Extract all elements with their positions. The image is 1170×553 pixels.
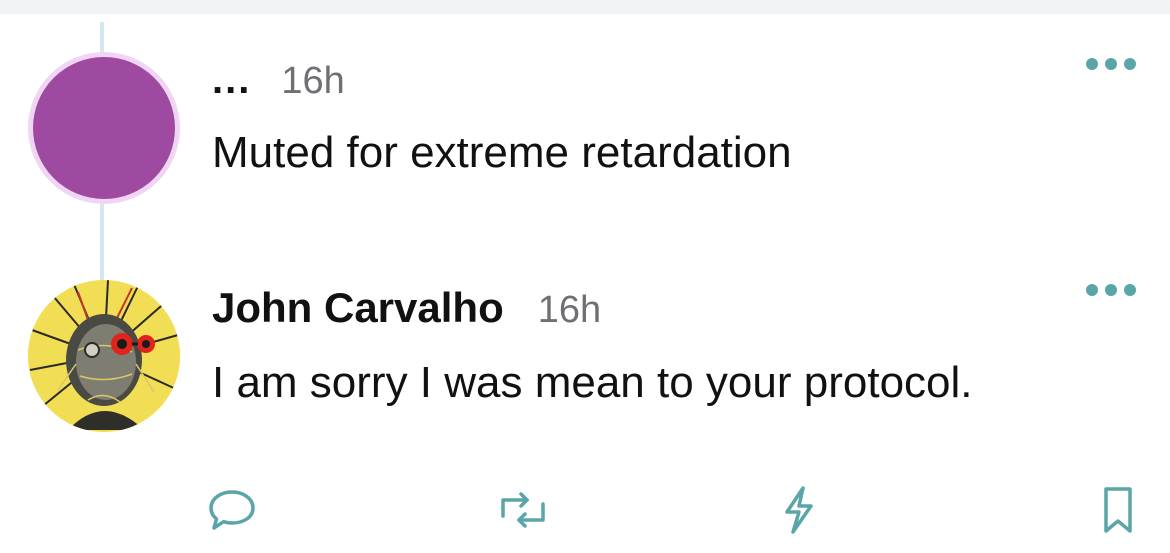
dot-icon: [1124, 58, 1136, 70]
avatar[interactable]: [28, 52, 180, 204]
bookmark-button[interactable]: [1092, 484, 1144, 536]
dot-icon: [1105, 58, 1117, 70]
avatar[interactable]: [28, 280, 180, 432]
bookmark-icon: [1104, 487, 1132, 533]
thread-connector-line: [100, 200, 104, 280]
dot-icon: [1086, 58, 1098, 70]
zap-button[interactable]: [773, 484, 825, 536]
avatar-image: [28, 280, 180, 432]
post-text: I am sorry I was mean to your protocol.: [212, 358, 973, 407]
thread-connector-line: [100, 22, 104, 56]
reply-button[interactable]: [206, 484, 258, 536]
more-options-button[interactable]: [1086, 54, 1136, 74]
author-name[interactable]: John Carvalho: [212, 284, 504, 332]
dot-icon: [1086, 284, 1098, 296]
post-timestamp: 16h: [281, 60, 345, 102]
author-name[interactable]: ...: [212, 58, 251, 103]
lightning-icon: [785, 486, 813, 534]
top-divider: [0, 0, 1170, 14]
repost-button[interactable]: [497, 484, 549, 536]
dot-icon: [1124, 284, 1136, 296]
dot-icon: [1105, 284, 1117, 296]
repost-icon: [501, 492, 545, 528]
post-header: John Carvalho 16h: [212, 284, 601, 332]
reply-bubble-icon: [209, 490, 255, 530]
post-text: Muted for extreme retardation: [212, 128, 792, 177]
post-header: ... 16h: [212, 58, 345, 103]
more-options-button[interactable]: [1086, 280, 1136, 300]
post-action-bar: [0, 480, 1170, 540]
post-timestamp: 16h: [537, 289, 602, 331]
